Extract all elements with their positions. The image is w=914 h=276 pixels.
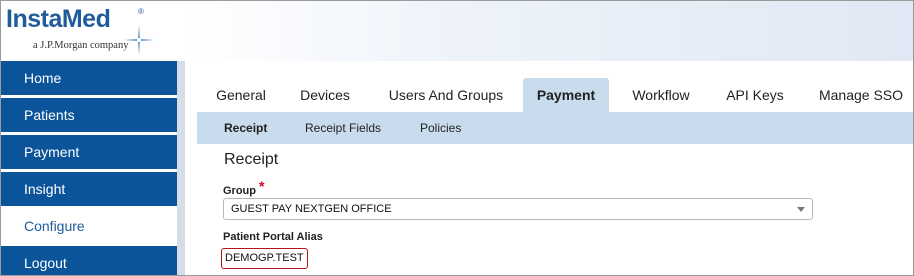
sidebar-item-home[interactable]: Home bbox=[1, 61, 177, 95]
group-label-text: Group bbox=[223, 185, 256, 197]
app-window: InstaMed ® a J.P.Morgan company Home Pat… bbox=[0, 0, 914, 276]
registered-mark: ® bbox=[138, 7, 144, 16]
group-label: Group * bbox=[223, 178, 265, 197]
sidebar-item-configure[interactable]: Configure bbox=[1, 209, 177, 243]
tab-payment[interactable]: Payment bbox=[523, 78, 609, 112]
required-marker: * bbox=[259, 178, 265, 194]
subtab-receipt-fields[interactable]: Receipt Fields bbox=[305, 112, 381, 144]
tab-api-keys[interactable]: API Keys bbox=[715, 78, 795, 112]
sidebar-item-payment[interactable]: Payment bbox=[1, 135, 177, 169]
group-select-value: GUEST PAY NEXTGEN OFFICE bbox=[231, 203, 392, 215]
instamed-logo[interactable]: InstaMed ® a J.P.Morgan company bbox=[6, 5, 156, 57]
group-select[interactable]: GUEST PAY NEXTGEN OFFICE bbox=[223, 198, 813, 220]
logo-wordmark: InstaMed bbox=[6, 5, 111, 33]
subtab-receipt[interactable]: Receipt bbox=[224, 112, 267, 144]
sidebar-divider bbox=[177, 61, 185, 275]
section-title: Receipt bbox=[224, 151, 279, 168]
sidebar: Home Patients Payment Insight Configure … bbox=[1, 61, 177, 275]
sidebar-item-patients[interactable]: Patients bbox=[1, 98, 177, 132]
tab-devices[interactable]: Devices bbox=[289, 78, 361, 112]
logo-tagline: a J.P.Morgan company bbox=[33, 40, 129, 51]
tab-bar: General Devices Users And Groups Payment… bbox=[185, 78, 913, 112]
patient-portal-alias-field[interactable]: DEMOGP.TEST bbox=[221, 248, 308, 269]
tab-general[interactable]: General bbox=[201, 78, 281, 112]
subtab-policies[interactable]: Policies bbox=[420, 112, 461, 144]
main-content: General Devices Users And Groups Payment… bbox=[185, 61, 913, 275]
header: InstaMed ® a J.P.Morgan company bbox=[1, 1, 913, 61]
tab-workflow[interactable]: Workflow bbox=[621, 78, 701, 112]
alias-label: Patient Portal Alias bbox=[223, 231, 323, 243]
subtab-bar: Receipt Receipt Fields Policies bbox=[197, 112, 913, 144]
tab-manage-sso[interactable]: Manage SSO bbox=[809, 78, 913, 112]
sidebar-item-insight[interactable]: Insight bbox=[1, 172, 177, 206]
chevron-down-icon bbox=[797, 207, 805, 212]
tab-users-and-groups[interactable]: Users And Groups bbox=[375, 78, 517, 112]
sparkle-icon bbox=[124, 25, 154, 55]
sidebar-item-logout[interactable]: Logout bbox=[1, 246, 177, 275]
